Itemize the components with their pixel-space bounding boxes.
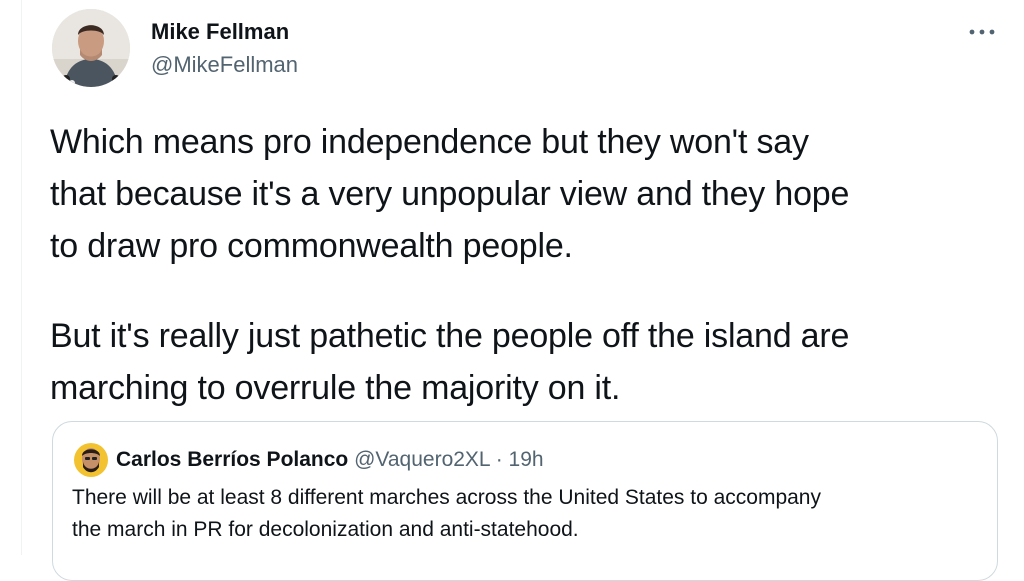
tweet-line: But it's really just pathetic the people… [50,317,850,355]
avatar-icon [74,443,108,477]
tweet-line: that because it's a very unpopular view … [50,175,850,213]
quoted-author-avatar[interactable] [74,443,108,477]
quoted-author-name[interactable]: Carlos Berríos Polanco [116,448,348,471]
author-name[interactable]: Mike Fellman [151,18,289,46]
tweet-line: to draw pro commonwealth people. [50,227,573,265]
profile-photo-icon [52,9,130,87]
quoted-tweet-time[interactable]: 19h [509,448,544,471]
quoted-author-handle[interactable]: @Vaquero2XL [354,448,490,471]
quoted-tweet-text: There will be at least 8 different march… [72,482,821,546]
quoted-tweet-line: the march in PR for decolonization and a… [72,518,579,541]
quoted-tweet-header: Carlos Berríos Polanco @Vaquero2XL · 19h [116,447,544,473]
tweet-line: marching to overrule the majority on it. [50,369,621,407]
author-handle[interactable]: @MikeFellman [151,51,298,79]
quoted-tweet-card[interactable]: Carlos Berríos Polanco @Vaquero2XL · 19h… [52,421,998,581]
more-options-button[interactable] [962,17,1002,47]
header-separator: · [495,448,503,471]
timeline-divider [21,0,22,555]
tweet-text: Which means pro independence but they wo… [50,116,1010,414]
quoted-tweet-line: There will be at least 8 different march… [72,486,821,509]
author-avatar[interactable] [52,9,130,87]
tweet-line: Which means pro independence but they wo… [50,123,809,161]
more-horizontal-icon [969,29,995,35]
